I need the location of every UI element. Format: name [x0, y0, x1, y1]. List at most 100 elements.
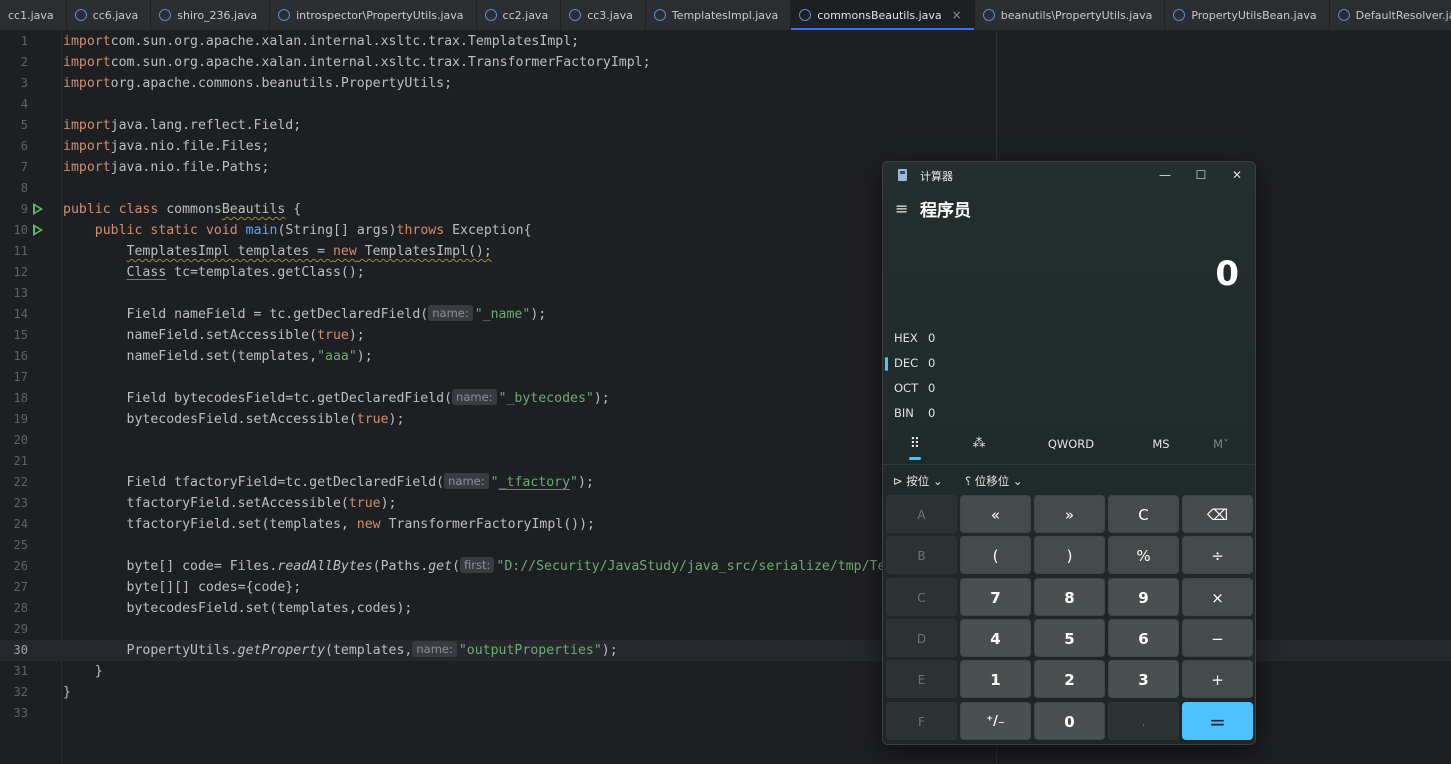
bitwise-dropdown[interactable]: ⊳ 按位 ⌄ [893, 473, 943, 489]
line-number: 29 [13, 622, 28, 636]
editor-tab[interactable]: introspector\PropertyUtils.java [270, 0, 477, 30]
code-token: import [63, 118, 111, 133]
base-label: DEC [894, 356, 919, 370]
close-button[interactable]: ✕ [1220, 165, 1254, 185]
line-number: 10 [13, 223, 28, 237]
calc-key[interactable]: ÷ [1182, 536, 1253, 575]
base-row-hex[interactable]: HEX 0 [883, 328, 1255, 350]
calc-key[interactable]: 3 [1108, 660, 1179, 699]
calc-key: . [1108, 701, 1179, 740]
line-number: 32 [13, 685, 28, 699]
code-text: importcom.sun.org.apache.xalan.internal.… [63, 31, 579, 52]
java-class-icon [74, 9, 87, 21]
calc-key[interactable]: ⁺/₋ [960, 701, 1031, 740]
calc-key[interactable]: − [1182, 618, 1253, 657]
editor-tab[interactable]: shiro_236.java [151, 0, 271, 30]
code-token: (Paths. [372, 559, 429, 574]
calc-key[interactable]: 0 [1034, 701, 1105, 740]
base-label: HEX [894, 331, 918, 345]
memory-view-button[interactable]: M˅ [1205, 428, 1237, 460]
calc-key[interactable]: « [960, 495, 1031, 533]
code-line[interactable]: 2 importcom.sun.org.apache.xalan.internal… [0, 52, 1451, 73]
code-line[interactable]: 4 [0, 94, 1451, 115]
hamburger-menu-icon[interactable]: ≡ [895, 199, 908, 218]
code-token: new [332, 244, 357, 259]
code-token: import [63, 34, 111, 49]
calculator-keypad: A «» C ⌫ B()% ÷ C 7 8 9 × D 4 5 6− E 1 2 3 + F ⁺/₋ 0. = [886, 495, 1255, 743]
code-token: Field bytecodesField=tc.getDeclaredField… [63, 391, 453, 406]
calc-key[interactable]: C [1108, 495, 1179, 533]
editor-tab[interactable]: commonsBeautils.java × [791, 0, 975, 30]
editor-tab[interactable]: cc3.java [561, 0, 646, 30]
minimize-button[interactable]: — [1148, 165, 1182, 185]
maximize-button[interactable]: ☐ [1184, 165, 1218, 185]
word-size-button[interactable]: QWORD [1041, 428, 1101, 460]
editor-tab[interactable]: TemplatesImpl.java [646, 0, 792, 30]
calc-key[interactable]: ( [960, 536, 1031, 575]
java-class-icon [1337, 9, 1350, 21]
calc-key[interactable]: » [1034, 495, 1105, 533]
calc-key: A [886, 495, 957, 533]
calc-key[interactable]: + [1182, 660, 1253, 699]
calc-key[interactable]: 4 [960, 618, 1031, 657]
close-tab-icon[interactable]: × [952, 8, 962, 22]
memory-store-button[interactable]: MS [1145, 428, 1177, 460]
editor-tab[interactable]: cc1.java [0, 0, 67, 30]
editor-tab-label: TemplatesImpl.java [671, 8, 779, 22]
editor-tab[interactable]: cc2.java [477, 0, 562, 30]
calc-key[interactable]: = [1182, 701, 1253, 740]
base-value: 0 [928, 331, 936, 345]
editor-tab[interactable]: DefaultResolver.java [1330, 0, 1451, 30]
base-row-bin[interactable]: BIN 0 [883, 403, 1255, 425]
code-line[interactable]: 6 importjava.nio.file.Files; [0, 136, 1451, 157]
base-value: 0 [928, 356, 936, 370]
code-line[interactable]: 3 importorg.apache.commons.beanutils.Prop… [0, 73, 1451, 94]
code-line[interactable]: 5 importjava.lang.reflect.Field; [0, 115, 1451, 136]
code-token: ); [577, 475, 594, 490]
line-number: 23 [13, 496, 28, 510]
calc-key[interactable]: 1 [960, 660, 1031, 699]
calc-key[interactable]: ⌫ [1182, 495, 1253, 533]
calc-key[interactable]: % [1108, 536, 1179, 575]
calc-key[interactable]: ) [1034, 536, 1105, 575]
bit-toggle-tab-icon[interactable]: ⁂ [967, 428, 991, 460]
calc-key: C [886, 577, 957, 616]
code-token: (String[] args) [277, 223, 397, 238]
base-row-oct[interactable]: OCT 0 [883, 378, 1255, 400]
line-number: 1 [20, 34, 28, 48]
bitshift-icon: ⸮ [965, 474, 972, 488]
base-row-dec[interactable]: DEC 0 [883, 353, 1255, 375]
code-token: static [150, 223, 198, 238]
run-gutter-icon[interactable] [33, 203, 43, 215]
editor-tab[interactable]: beanutils\PropertyUtils.java [975, 0, 1166, 30]
calculator-titlebar[interactable]: 计算器 — ☐ ✕ [883, 162, 1255, 188]
calc-key[interactable]: 2 [1034, 660, 1105, 699]
code-line[interactable]: 1 importcom.sun.org.apache.xalan.internal… [0, 31, 1451, 52]
calc-key[interactable]: 8 [1034, 577, 1105, 616]
code-token: byte[] code= Files. [63, 559, 278, 574]
bitshift-label: 位移位 [974, 474, 1010, 488]
run-gutter-icon[interactable] [33, 224, 43, 236]
calc-key[interactable]: × [1182, 577, 1253, 616]
code-token: ); [380, 496, 397, 511]
calc-key[interactable]: 9 [1108, 577, 1179, 616]
calculator-window-title: 计算器 [920, 170, 953, 183]
editor-tab-label: introspector\PropertyUtils.java [296, 8, 464, 22]
editor-tab-bar: cc1.java cc6.java shiro_236.java introspect… [0, 0, 1451, 31]
code-token: import [63, 76, 111, 91]
keypad-tab-icon[interactable]: ⠿ [903, 428, 927, 460]
line-number: 20 [13, 433, 28, 447]
calc-key[interactable]: 7 [960, 577, 1031, 616]
editor-tab[interactable]: cc6.java [67, 0, 152, 30]
calculator-app-icon [898, 169, 907, 181]
code-token: java.nio.file.Files; [110, 139, 270, 154]
calc-key[interactable]: 6 [1108, 618, 1179, 657]
bitwise-label: 按位 [906, 474, 930, 488]
bitshift-dropdown[interactable]: ⸮ 位移位 ⌄ [965, 473, 1023, 489]
editor-tab[interactable]: PropertyUtilsBean.java [1165, 0, 1330, 30]
code-token: get [428, 559, 453, 574]
calculator-mode-title: 程序员 [920, 201, 971, 221]
line-number: 11 [13, 244, 28, 258]
calc-key[interactable]: 5 [1034, 618, 1105, 657]
editor-tab-label: cc2.java [502, 8, 549, 22]
